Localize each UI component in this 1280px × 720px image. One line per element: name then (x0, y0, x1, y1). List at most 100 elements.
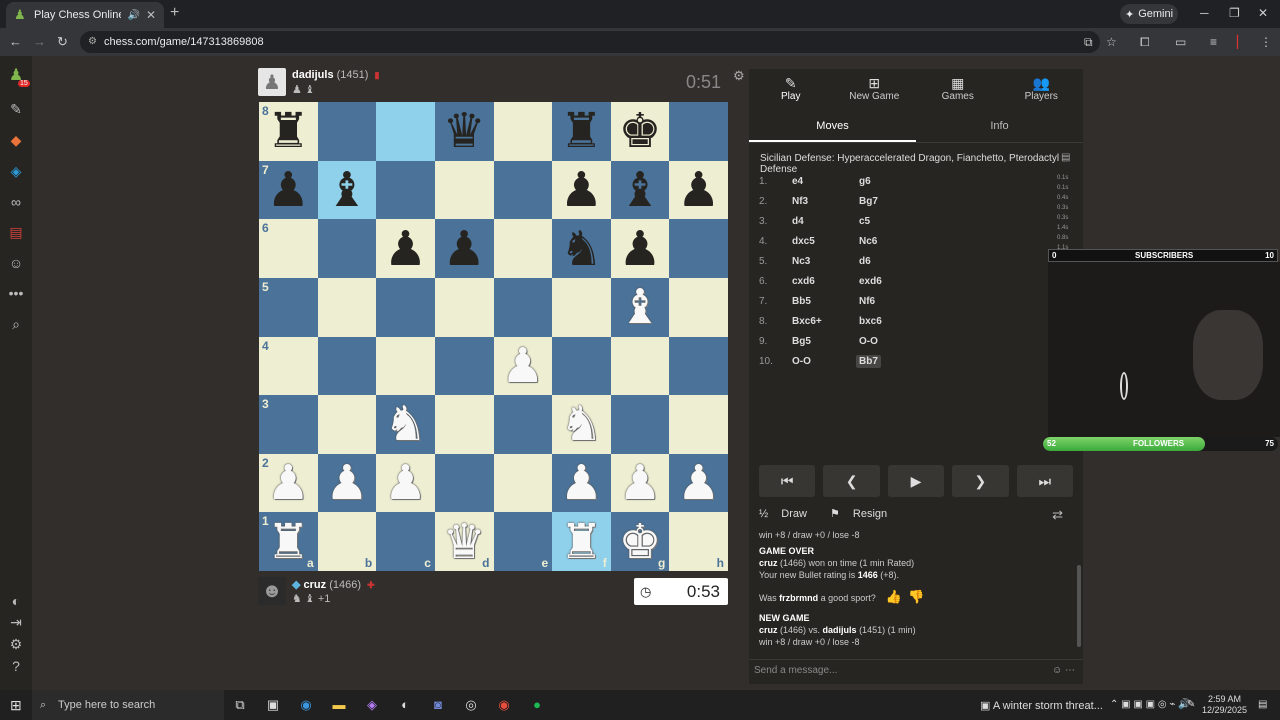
spotify-icon[interactable]: ● (529, 697, 545, 713)
bookmark-star-icon[interactable]: ☆ (1106, 35, 1117, 49)
white-move[interactable]: Nf3 (792, 196, 808, 207)
square-e4[interactable]: ♟ (493, 336, 553, 396)
white-king-icon[interactable]: ♚ (611, 512, 670, 571)
chat-input[interactable]: Send a message... ☺ ⋯ (749, 659, 1083, 681)
white-pawn-icon[interactable]: ♟ (669, 454, 728, 513)
notification-icon[interactable]: ▤ (1258, 699, 1267, 710)
tab-info[interactable]: Info (916, 115, 1083, 142)
player-one[interactable]: cruz (759, 625, 778, 635)
board-settings-icon[interactable]: ⚙ (733, 68, 745, 84)
social-icon[interactable]: ☺ (8, 255, 24, 271)
white-pawn-icon[interactable]: ♟ (318, 454, 377, 513)
white-knight-icon[interactable]: ♞ (376, 395, 435, 454)
square-e2[interactable] (493, 453, 553, 513)
black-move[interactable]: bxc6 (859, 316, 882, 327)
forward-icon[interactable]: → (33, 34, 46, 49)
black-move[interactable]: exd6 (859, 276, 882, 287)
black-move[interactable]: Nf6 (859, 296, 875, 307)
theme-icon[interactable]: ◐ (8, 593, 24, 609)
square-f8[interactable]: ♜ (552, 102, 611, 161)
white-move[interactable]: Bxc6+ (792, 316, 822, 327)
winner-name[interactable]: cruz (759, 558, 778, 568)
first-move-button[interactable]: ⏮ (759, 465, 816, 497)
obs-icon[interactable]: ◎ (463, 697, 479, 713)
prev-move-button[interactable]: ❮ (823, 465, 880, 497)
square-e8[interactable] (493, 102, 553, 161)
close-window-icon[interactable]: ✕ (1258, 6, 1268, 20)
help-icon[interactable]: ? (8, 658, 24, 674)
white-move[interactable]: Bg5 (792, 336, 811, 347)
square-c1[interactable]: c (376, 512, 435, 571)
square-c7[interactable] (376, 160, 435, 220)
square-a2[interactable]: 2 ♟ (259, 453, 318, 513)
chrome-icon[interactable]: ◉ (496, 697, 512, 713)
minimize-icon[interactable]: ─ (1200, 6, 1209, 20)
white-rook-icon[interactable]: ♜ (552, 512, 611, 571)
tab-games[interactable]: ▦ Games (916, 69, 1000, 111)
media-icon[interactable]: ≡ (1210, 35, 1217, 49)
square-a1[interactable]: 1 a ♜ (259, 512, 318, 571)
gemini-button[interactable]: ✦ Gemini (1120, 4, 1178, 24)
tab-moves[interactable]: Moves (749, 115, 916, 142)
username[interactable]: dadijuls (292, 69, 334, 81)
white-move[interactable]: O-O (792, 356, 811, 367)
weather-widget[interactable]: ▣ A winter storm threat... (980, 699, 1103, 712)
app-icon[interactable]: ◐ (397, 697, 413, 713)
white-pawn-icon[interactable]: ♟ (376, 454, 435, 513)
app-icon[interactable]: ▣ (265, 697, 281, 713)
speaker-icon[interactable]: 🔊 (127, 10, 139, 21)
lessons-icon[interactable]: ◈ (8, 163, 24, 179)
square-g6[interactable]: ♟ (610, 219, 670, 278)
discord-icon[interactable]: ◙ (430, 697, 446, 713)
white-move[interactable]: d4 (792, 216, 804, 227)
square-b8[interactable] (317, 102, 377, 161)
white-pawn-icon[interactable]: ♟ (259, 454, 318, 513)
square-b1[interactable]: b (317, 512, 377, 571)
sidepanel-icon[interactable]: ▭ (1175, 35, 1186, 49)
thumbs-up-icon[interactable]: 👍 (886, 589, 902, 604)
flip-board-icon[interactable]: ⇄ (1052, 507, 1063, 523)
thumbs-down-icon[interactable]: 👎 (908, 589, 924, 604)
restore-icon[interactable]: ❐ (1229, 6, 1240, 20)
square-b5[interactable] (317, 277, 377, 337)
black-rook-icon[interactable]: ♜ (259, 102, 318, 161)
black-pawn-icon[interactable]: ♟ (376, 219, 435, 278)
black-queen-icon[interactable]: ♛ (435, 102, 494, 161)
square-g4[interactable] (610, 336, 670, 396)
search-icon[interactable]: ⌕ (8, 316, 24, 332)
last-move-button[interactable]: ⏭ (1016, 465, 1074, 497)
profile-icon[interactable]: ▏ (1237, 35, 1246, 49)
white-move[interactable]: e4 (792, 176, 803, 187)
square-g5[interactable]: ♝ (610, 277, 670, 337)
black-pawn-icon[interactable]: ♟ (611, 219, 670, 278)
tab-players[interactable]: 👥 Players (1000, 69, 1084, 111)
square-a8[interactable]: 8 ♜ (259, 102, 318, 161)
square-b7[interactable]: ♝ (317, 160, 377, 220)
white-rook-icon[interactable]: ♜ (259, 512, 318, 571)
player-name[interactable]: ◆ cruz (1466) ✚ (292, 578, 375, 591)
square-b2[interactable]: ♟ (317, 453, 377, 513)
resign-button[interactable]: ⚑ Resign (830, 508, 897, 520)
square-f5[interactable] (552, 277, 611, 337)
tab-new-game[interactable]: ⊞ New Game (833, 69, 917, 111)
black-move[interactable]: g6 (859, 176, 871, 187)
player-name[interactable]: dadijuls (1451) ▮ (292, 69, 379, 81)
book-icon[interactable]: ▤ (1061, 152, 1070, 163)
white-pawn-icon[interactable]: ♟ (494, 337, 553, 396)
square-g8[interactable]: ♚ (610, 102, 670, 161)
square-h5[interactable] (669, 277, 728, 337)
chessboard[interactable]: 8 ♜ ♛ ♜ ♚ 7 ♟ ♝ ♟ ♝ ♟ 6 ♟ ♟ ♞ ♟ 5 ♝ 4 ♟ 3 ♞ ♞ 2 ♟ ♟ ♟ ♟ ♟ ♟ 1 a ♜ b c d ♛ e f ♜… (259, 102, 728, 571)
square-c3[interactable]: ♞ (376, 395, 435, 454)
edge-icon[interactable]: ◉ (298, 697, 314, 713)
square-f6[interactable]: ♞ (552, 219, 611, 278)
square-c6[interactable]: ♟ (376, 219, 435, 278)
black-king-icon[interactable]: ♚ (611, 102, 670, 161)
square-d7[interactable] (434, 160, 494, 220)
close-tab-icon[interactable]: ✕ (146, 8, 156, 22)
square-g7[interactable]: ♝ (610, 160, 670, 220)
square-f1[interactable]: f ♜ (552, 512, 611, 571)
square-d2[interactable] (434, 453, 494, 513)
menu-dots-icon[interactable]: ⋮ (1260, 35, 1272, 49)
black-move[interactable]: c5 (859, 216, 870, 227)
settings-icon[interactable]: ⚙ (8, 636, 24, 652)
